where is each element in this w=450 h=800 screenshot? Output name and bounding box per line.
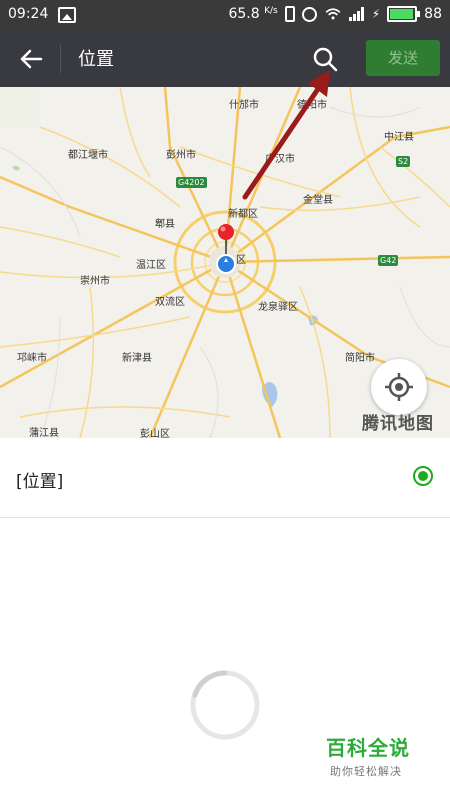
battery-icon — [387, 6, 421, 22]
send-button[interactable]: 发送 — [366, 40, 440, 76]
highway-shield-s2: S2 — [396, 156, 411, 167]
network-speed: 65.8 K/s — [228, 6, 278, 22]
charging-icon: ⚡ — [371, 7, 381, 21]
watermark-title: 百科全说 — [326, 736, 410, 760]
selected-radio-icon[interactable] — [413, 466, 433, 486]
location-name: [位置] — [16, 472, 64, 492]
page-title: 位置 — [78, 49, 114, 70]
map-label-qionglai: 邛崃市 — [17, 353, 47, 364]
toolbar: 位置 发送 — [0, 30, 450, 87]
my-location-button[interactable] — [371, 359, 427, 415]
watermark: 百科全说 助你轻松解决 — [326, 732, 410, 779]
watermark-subtitle: 助你轻松解决 — [330, 765, 402, 778]
map-label-xinjin: 新津县 — [122, 353, 152, 364]
wifi-icon — [325, 8, 341, 20]
toolbar-divider — [60, 45, 61, 73]
image-notification-icon — [58, 7, 76, 23]
map-view[interactable]: 什邡市 德阳市 中江县 都江堰市 彭州市 广汉市 G4202 S2 金堂县 新都… — [0, 87, 450, 438]
map-label-dujiangyan: 都江堰市 — [68, 150, 108, 161]
highway-shield-g42: G42 — [378, 255, 399, 266]
map-label-pujiang: 蒲江县 — [29, 428, 59, 438]
vibrate-icon — [284, 6, 295, 22]
status-icons: 65.8 K/s ⚡ 88 — [228, 6, 442, 22]
map-logo: 腾讯地图 — [362, 414, 434, 434]
map-label-pengshan: 彭山区 — [140, 429, 170, 438]
map-label-pixian: 郫县 — [155, 219, 175, 230]
loading-spinner-icon — [190, 670, 260, 740]
battery-level: 88 — [424, 6, 442, 22]
location-list-item[interactable]: [位置] — [0, 438, 450, 518]
map-label-wenjiang: 温江区 — [136, 260, 166, 271]
crosshair-icon — [385, 373, 413, 401]
map-label-shuangliu: 双流区 — [155, 297, 185, 308]
current-position-icon — [216, 254, 236, 274]
alarm-icon — [301, 6, 317, 22]
status-time: 09:24 — [8, 6, 49, 22]
map-label-pengzhou: 彭州市 — [166, 150, 196, 161]
annotation-arrow-icon — [242, 70, 330, 200]
arrow-left-icon — [20, 49, 43, 69]
map-label-longquanyi: 龙泉驿区 — [258, 302, 298, 313]
signal-icon — [348, 7, 365, 21]
map-label-chongzhou: 崇州市 — [80, 276, 110, 287]
highway-shield-g4202: G4202 — [176, 177, 207, 188]
status-bar: 09:24 65.8 K/s ⚡ 88 — [0, 0, 450, 30]
back-button[interactable] — [14, 42, 48, 76]
map-label-xindu: 新都区 — [228, 209, 258, 220]
map-label-zhongjiang: 中江县 — [384, 132, 414, 143]
